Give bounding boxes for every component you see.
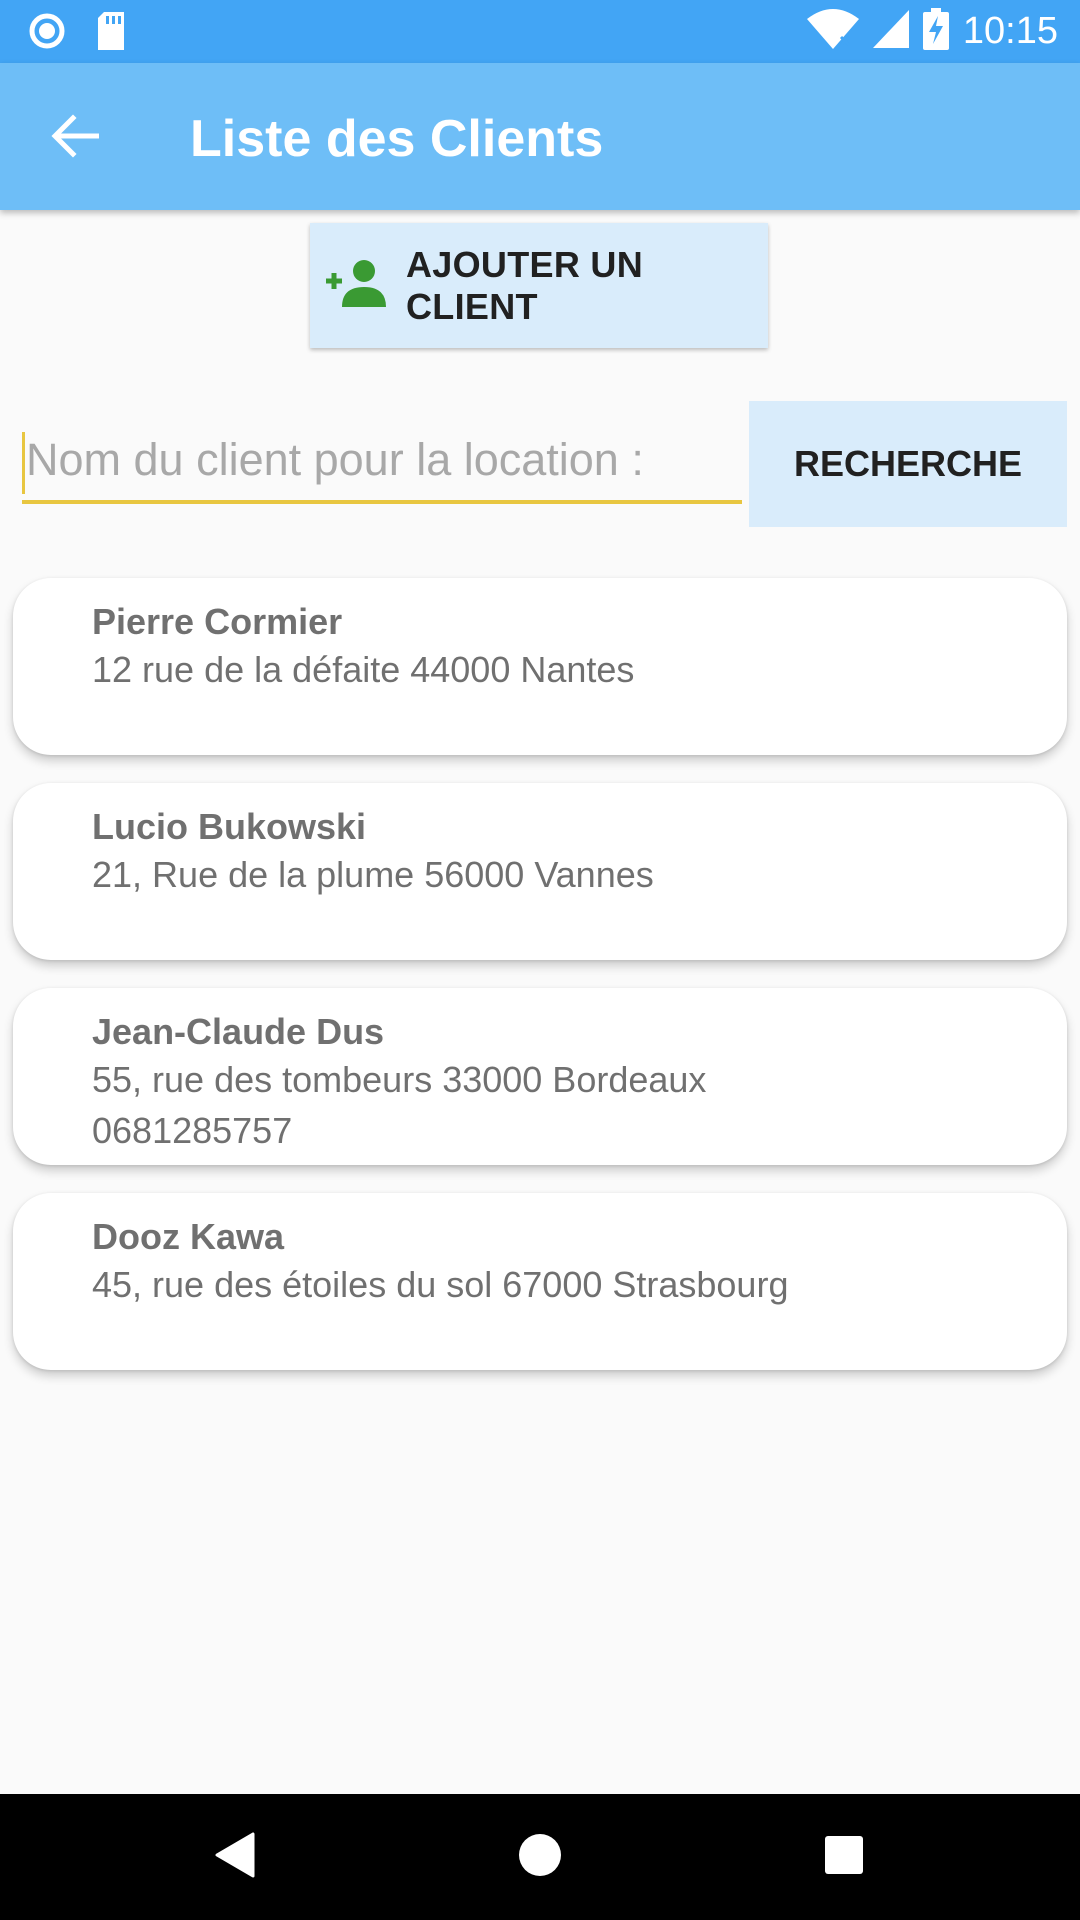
client-name: Dooz Kawa <box>92 1216 285 1257</box>
home-circle-icon <box>517 1832 563 1883</box>
back-button[interactable] <box>40 108 110 168</box>
nav-recents-button[interactable] <box>819 1832 869 1882</box>
add-client-button[interactable]: AJOUTER UN CLIENT <box>310 223 768 348</box>
client-name: Jean-Claude Dus <box>92 1011 385 1052</box>
sd-card-icon <box>96 12 126 55</box>
signal-icon <box>872 10 909 53</box>
page-title: Liste des Clients <box>190 110 604 168</box>
record-icon <box>28 12 66 55</box>
client-card[interactable]: Lucio Bukowski 21, Rue de la plume 56000… <box>13 783 1067 960</box>
client-name: Lucio Bukowski <box>92 806 367 847</box>
client-address: 45, rue des étoiles du sol 67000 Strasbo… <box>92 1264 789 1305</box>
client-address: 21, Rue de la plume 56000 Vannes <box>92 854 654 895</box>
client-phone: 0681285757 <box>92 1110 293 1151</box>
client-address: 12 rue de la défaite 44000 Nantes <box>92 649 635 690</box>
recents-square-icon <box>824 1835 864 1880</box>
search-input[interactable] <box>22 420 742 500</box>
client-card[interactable]: Pierre Cormier 12 rue de la défaite 4400… <box>13 578 1067 755</box>
client-address: 55, rue des tombeurs 33000 Bordeaux <box>92 1059 707 1100</box>
nav-back-button[interactable] <box>210 1832 260 1882</box>
client-card[interactable]: Dooz Kawa 45, rue des étoiles du sol 670… <box>13 1193 1067 1370</box>
add-client-label: AJOUTER UN CLIENT <box>406 243 644 327</box>
search-field[interactable] <box>22 420 742 504</box>
clock: 10:15 <box>962 10 1058 52</box>
person-add-icon <box>326 259 388 312</box>
client-name: Pierre Cormier <box>92 601 343 642</box>
arrow-back-icon <box>51 113 100 163</box>
battery-charging-icon <box>922 8 949 55</box>
client-card[interactable]: Jean-Claude Dus 55, rue des tombeurs 330… <box>13 988 1067 1165</box>
nav-home-button[interactable] <box>515 1832 565 1882</box>
status-bar: 10:15 <box>0 0 1080 63</box>
client-list: Pierre Cormier 12 rue de la défaite 4400… <box>13 578 1067 1398</box>
app-bar: Liste des Clients <box>0 63 1080 210</box>
navigation-bar <box>0 1794 1080 1920</box>
wifi-icon <box>806 9 859 54</box>
search-button[interactable]: RECHERCHE <box>749 401 1067 527</box>
back-triangle-icon <box>215 1832 255 1883</box>
